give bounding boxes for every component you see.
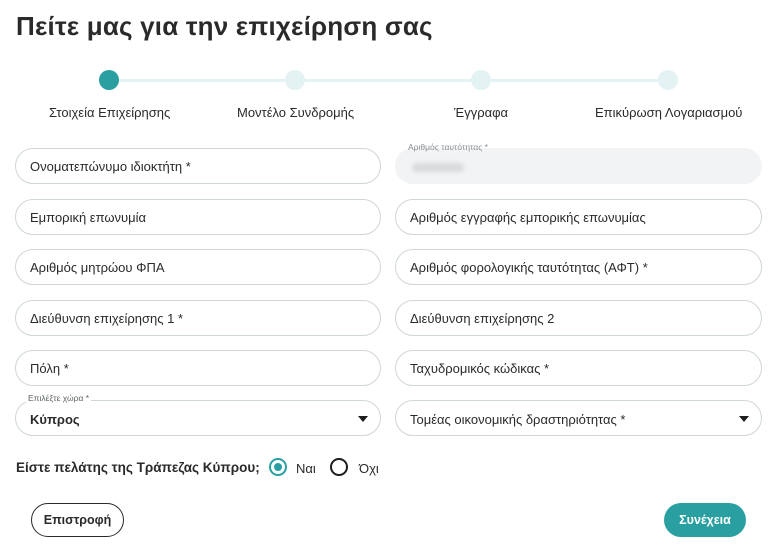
trade-reg-number-input[interactable]: [396, 200, 761, 234]
step-label-business-details: Στοιχεία Επιχείρησης: [49, 105, 171, 120]
owner-name-input[interactable]: [16, 149, 380, 183]
radio-yes-label[interactable]: Ναι: [296, 461, 316, 476]
address1-input[interactable]: [16, 301, 380, 335]
step-dot-subscription-model: [285, 70, 305, 90]
page-title: Πείτε μας για την επιχείρηση σας: [16, 11, 433, 41]
radio-no-label[interactable]: Όχι: [359, 461, 379, 476]
id-number-label: Αριθμός ταυτότητας *: [408, 142, 488, 152]
chevron-down-icon: [358, 416, 368, 422]
step-label-documents: Έγγραφα: [454, 105, 509, 120]
tax-id-field[interactable]: [395, 249, 762, 285]
address2-input[interactable]: [396, 301, 761, 335]
postal-code-field[interactable]: [395, 350, 762, 386]
country-select[interactable]: Κύπρος: [15, 400, 381, 436]
step-dot-documents: [471, 70, 491, 90]
radio-yes[interactable]: [269, 458, 287, 476]
back-button[interactable]: Επιστροφή: [31, 503, 124, 537]
step-dot-account-verification: [658, 70, 678, 90]
step-label-account-verification: Επικύρωση Λογαριασμού: [595, 105, 743, 120]
city-field[interactable]: [15, 350, 381, 386]
vat-number-field[interactable]: [15, 249, 381, 285]
stepper-line: [118, 79, 668, 82]
postal-code-input[interactable]: [396, 351, 761, 385]
trade-reg-number-field[interactable]: [395, 199, 762, 235]
owner-name-field[interactable]: [15, 148, 381, 184]
sector-select[interactable]: Τομέας οικονομικής δραστηριότητας *: [395, 400, 762, 436]
radio-no[interactable]: [330, 458, 348, 476]
trade-name-input[interactable]: [16, 200, 380, 234]
customer-question: Είστε πελάτης της Τράπεζας Κύπρου;: [16, 460, 260, 475]
address2-field[interactable]: [395, 300, 762, 336]
id-number-blurred-value: [412, 163, 464, 172]
chevron-down-icon: [739, 416, 749, 422]
sector-select-value: Τομέας οικονομικής δραστηριότητας *: [410, 412, 626, 427]
step-dot-business-details: [99, 70, 119, 90]
city-input[interactable]: [16, 351, 380, 385]
address1-field[interactable]: [15, 300, 381, 336]
vat-number-input[interactable]: [16, 250, 380, 284]
trade-name-field[interactable]: [15, 199, 381, 235]
country-select-value: Κύπρος: [30, 412, 80, 427]
step-label-subscription-model: Μοντέλο Συνδρομής: [237, 105, 355, 120]
country-select-label: Επιλέξτε χώρα *: [26, 393, 92, 403]
tax-id-input[interactable]: [396, 250, 761, 284]
id-number-field: [395, 148, 762, 184]
continue-button[interactable]: Συνέχεια: [664, 503, 746, 537]
